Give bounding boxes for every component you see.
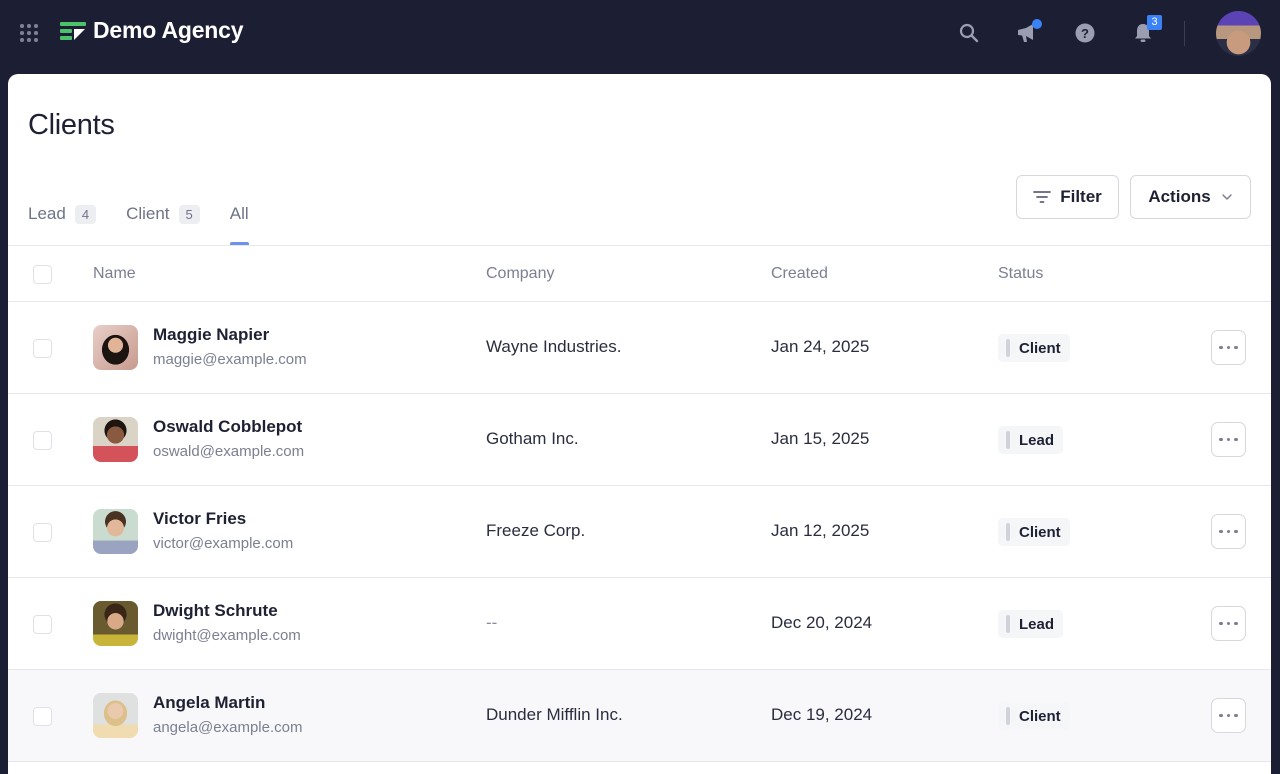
announcement-badge <box>1032 19 1042 29</box>
client-created-date: Dec 20, 2024 <box>771 613 873 632</box>
column-header-name[interactable]: Name <box>93 265 136 283</box>
client-name[interactable]: Oswald Cobblepot <box>153 417 302 437</box>
column-header-company[interactable]: Company <box>486 265 554 283</box>
avatar <box>93 509 138 554</box>
tab-label: Client <box>126 204 170 223</box>
status-badge: Lead <box>998 610 1064 638</box>
client-email: oswald@example.com <box>153 443 305 460</box>
row-more-options-button[interactable] <box>1211 606 1246 641</box>
client-name[interactable]: Angela Martin <box>153 693 265 713</box>
nav-divider <box>1184 21 1185 46</box>
client-company: -- <box>486 613 498 632</box>
chevron-down-icon <box>1221 193 1233 201</box>
brand-logo-icon <box>60 20 88 42</box>
client-email: dwight@example.com <box>153 627 301 644</box>
row-more-options-button[interactable] <box>1211 422 1246 457</box>
client-name[interactable]: Victor Fries <box>153 509 246 529</box>
status-badge: Lead <box>998 426 1064 454</box>
tab-all[interactable]: All <box>229 200 249 245</box>
row-checkbox[interactable] <box>33 707 52 726</box>
svg-text:?: ? <box>1081 26 1089 41</box>
table-row[interactable]: Angela Martin angela@example.com Dunder … <box>8 670 1271 762</box>
client-created-date: Jan 15, 2025 <box>771 429 870 448</box>
column-header-created[interactable]: Created <box>771 265 828 283</box>
status-label: Client <box>1019 707 1061 725</box>
apps-grid-icon[interactable] <box>20 24 38 42</box>
table-row[interactable]: Oswald Cobblepot oswald@example.com Goth… <box>8 394 1271 486</box>
status-label: Client <box>1019 523 1061 541</box>
filter-button[interactable]: Filter <box>1016 175 1119 219</box>
top-navigation-bar: Demo Agency ? 3 <box>0 0 1280 74</box>
client-email: angela@example.com <box>153 719 303 736</box>
row-checkbox[interactable] <box>33 339 52 358</box>
row-more-options-button[interactable] <box>1211 698 1246 733</box>
avatar <box>93 417 138 462</box>
avatar <box>93 325 138 370</box>
brand[interactable]: Demo Agency <box>60 17 244 44</box>
row-checkbox[interactable] <box>33 523 52 542</box>
select-all-checkbox[interactable] <box>33 265 52 284</box>
filter-label: Filter <box>1060 187 1102 206</box>
column-header-status[interactable]: Status <box>998 265 1043 283</box>
user-avatar[interactable] <box>1216 11 1261 56</box>
row-more-options-button[interactable] <box>1211 330 1246 365</box>
table-row[interactable]: Victor Fries victor@example.com Freeze C… <box>8 486 1271 578</box>
notifications-count-badge: 3 <box>1147 15 1162 30</box>
actions-label: Actions <box>1148 187 1211 206</box>
client-created-date: Jan 24, 2025 <box>771 337 870 356</box>
table-header: Name Company Created Status <box>8 245 1271 302</box>
brand-name: Demo Agency <box>93 17 244 43</box>
avatar <box>93 601 138 646</box>
page-title: Clients <box>28 109 115 141</box>
tab-count-badge: 4 <box>74 205 97 224</box>
client-company: Dunder Mifflin Inc. <box>486 705 623 724</box>
status-label: Lead <box>1019 615 1055 633</box>
row-checkbox[interactable] <box>33 431 52 450</box>
client-created-date: Jan 12, 2025 <box>771 521 870 540</box>
client-email: maggie@example.com <box>153 351 307 368</box>
tab-label: Lead <box>28 204 66 223</box>
status-badge: Client <box>998 518 1070 546</box>
row-checkbox[interactable] <box>33 615 52 634</box>
client-company: Gotham Inc. <box>486 429 579 448</box>
filter-icon <box>1033 190 1052 204</box>
help-icon[interactable]: ? <box>1074 22 1096 44</box>
clients-table: Name Company Created Status Maggie Napie… <box>8 245 1271 762</box>
table-row[interactable]: Maggie Napier maggie@example.com Wayne I… <box>8 302 1271 394</box>
tab-count-badge: 5 <box>178 205 200 224</box>
tabs: Lead 4 Client 5 All <box>28 200 279 245</box>
search-icon[interactable] <box>958 22 980 44</box>
client-company: Freeze Corp. <box>486 521 586 540</box>
client-name[interactable]: Dwight Schrute <box>153 601 278 621</box>
actions-dropdown-button[interactable]: Actions <box>1130 175 1251 219</box>
status-badge: Client <box>998 334 1070 362</box>
client-email: victor@example.com <box>153 535 294 552</box>
tab-label: All <box>229 204 249 223</box>
tab-client[interactable]: Client 5 <box>126 200 200 245</box>
status-label: Lead <box>1019 431 1055 449</box>
client-company: Wayne Industries. <box>486 337 622 356</box>
status-label: Client <box>1019 339 1061 357</box>
client-created-date: Dec 19, 2024 <box>771 705 873 724</box>
main-panel: Clients Lead 4 Client 5 All Filter Actio… <box>8 74 1271 774</box>
tab-lead[interactable]: Lead 4 <box>28 200 97 245</box>
row-more-options-button[interactable] <box>1211 514 1246 549</box>
table-row[interactable]: Dwight Schrute dwight@example.com -- Dec… <box>8 578 1271 670</box>
avatar <box>93 693 138 738</box>
status-badge: Client <box>998 702 1070 730</box>
client-name[interactable]: Maggie Napier <box>153 325 269 345</box>
